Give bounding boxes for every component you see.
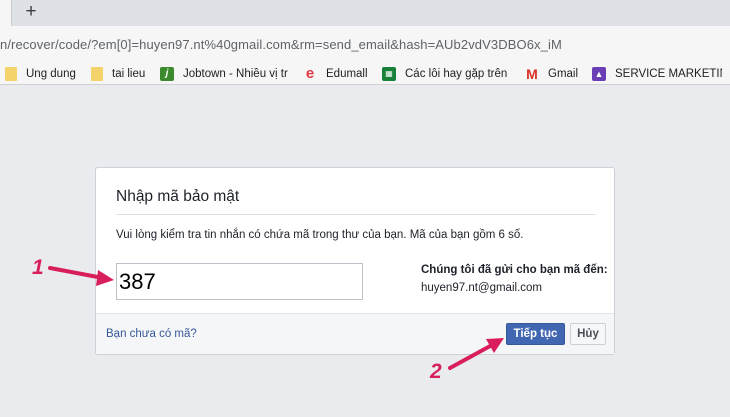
arrow-to-continue-button (448, 338, 504, 370)
arrow-to-code-input (48, 266, 114, 286)
step-number-1: 1 (32, 256, 44, 279)
step-number-2: 2 (430, 360, 442, 383)
annotation-arrows (48, 266, 504, 370)
